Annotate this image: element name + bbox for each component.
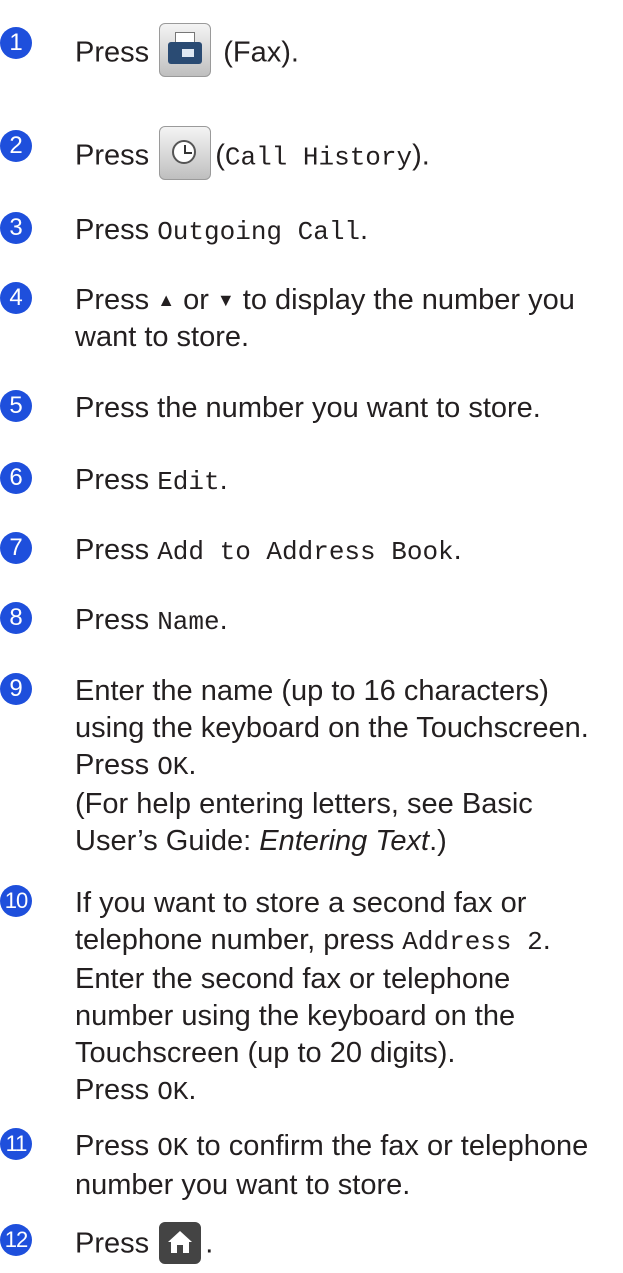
step-text: Enter the name (up to 16 characters) usi… (75, 675, 589, 857)
step-number: 3 (0, 212, 32, 244)
up-arrow-icon: ▲ (157, 290, 176, 310)
step-text: Press Outgoing Call. (75, 214, 369, 247)
step-text: Press . (75, 1222, 620, 1266)
step-number: 5 (0, 390, 32, 422)
step-text: Press the number you want to store. (75, 392, 541, 424)
home-icon[interactable] (159, 1222, 202, 1264)
step-text: Press Edit. (75, 464, 228, 497)
step-number: 10 (0, 885, 32, 917)
step-text: Press Name. (75, 604, 228, 637)
step-text: Press (Fax). (75, 23, 620, 81)
step-text: Press Add to Address Book. (75, 534, 462, 567)
step-number: 6 (0, 462, 32, 494)
step-number: 12 (0, 1224, 32, 1256)
step-number: 2 (0, 130, 32, 162)
step-text: Press (Call History). (75, 126, 620, 184)
step-number: 8 (0, 602, 32, 634)
step-number: 7 (0, 532, 32, 564)
clock-icon[interactable] (159, 126, 212, 180)
down-arrow-icon: ▼ (216, 290, 235, 310)
fax-icon[interactable] (159, 23, 212, 77)
step-number: 1 (0, 27, 32, 59)
step-text: Press ▲ or ▼ to display the number you w… (75, 284, 575, 353)
step-number: 9 (0, 673, 32, 705)
step-number: 4 (0, 282, 32, 314)
step-text: Press OK to confirm the fax or telephone… (75, 1130, 589, 1201)
step-text: If you want to store a second fax or tel… (75, 887, 551, 1107)
step-number: 11 (0, 1128, 32, 1160)
